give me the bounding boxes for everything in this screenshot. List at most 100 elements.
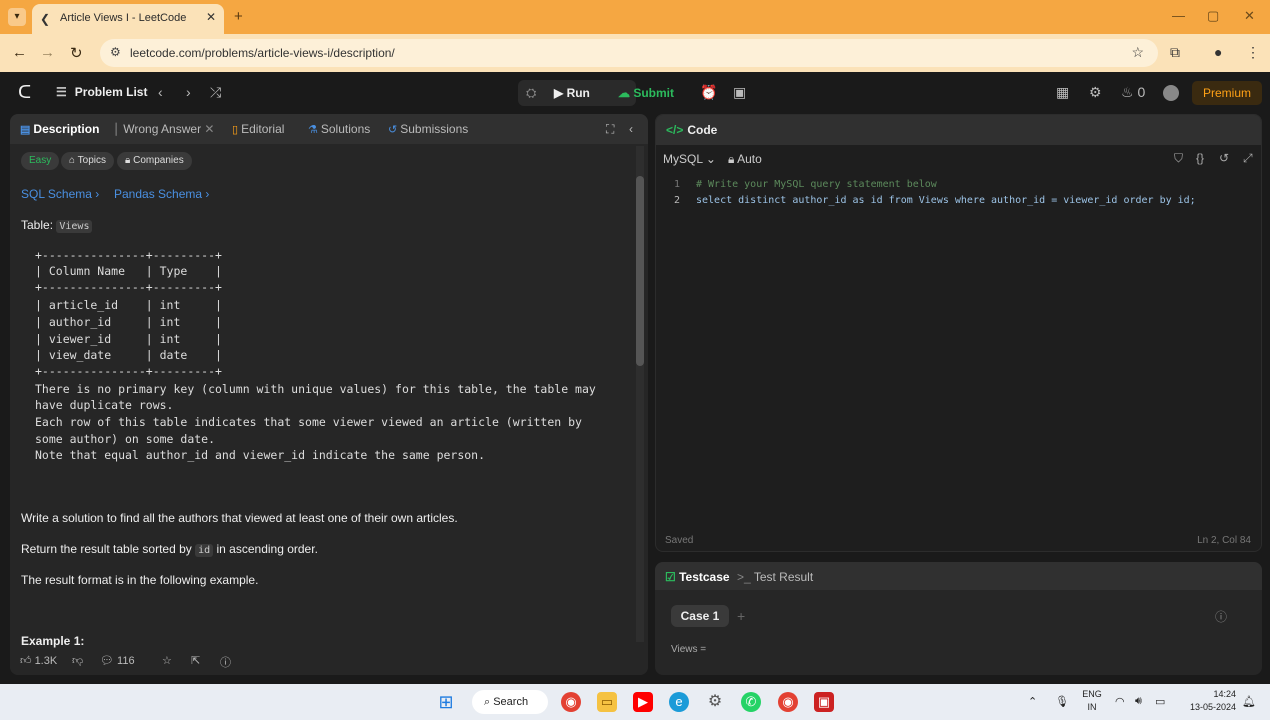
tab-editorial[interactable]: ▯ Editorial (232, 122, 284, 136)
whatsapp-icon[interactable]: ✆ (741, 692, 761, 712)
language-indicator[interactable]: ENG IN (1082, 688, 1102, 714)
line-number: 2 (674, 195, 681, 206)
case-1-tab[interactable]: Case 1 (671, 605, 729, 627)
prev-problem-icon[interactable]: ‹ (158, 84, 163, 100)
fullscreen-icon[interactable]: ⤢ (1243, 151, 1253, 166)
next-problem-icon[interactable]: › (186, 84, 191, 100)
premium-button[interactable]: Premium (1192, 81, 1262, 105)
format-code-icon[interactable]: {} (1196, 151, 1204, 165)
browser-menu-icon[interactable]: ⋮ (1246, 44, 1260, 61)
code-line: # Write your MySQL query statement below (696, 179, 937, 190)
tab-test-result[interactable]: >_ Test Result (737, 570, 813, 584)
tab-wrong-answer[interactable]: ⎪ Wrong Answer ✕ (112, 122, 214, 136)
terminal-icon: >_ (737, 570, 754, 584)
description-scrollbar[interactable] (636, 146, 644, 642)
testcase-panel: ☑ Testcase >_ Test Result Case 1 + ⓘ Vie… (655, 562, 1262, 675)
clock-time: 14:24 (1213, 689, 1236, 699)
companies-button[interactable]: 🔒︎ Companies (117, 152, 192, 170)
table-label: Table: (21, 218, 54, 232)
tab-submissions[interactable]: ↺ Submissions (388, 122, 468, 136)
collapse-icon[interactable]: ‹ (629, 122, 633, 136)
screen-recorder-icon[interactable]: ▣ (814, 692, 834, 712)
extensions-icon[interactable]: ⧉ (1170, 44, 1180, 61)
expand-icon[interactable]: ⛶ (606, 122, 614, 137)
windows-start-icon[interactable]: ⊞ (436, 692, 456, 712)
back-icon[interactable]: ← (12, 44, 27, 61)
show-hidden-icons[interactable]: ⌃ (1028, 695, 1037, 708)
language-select[interactable]: MySQL ⌄ (663, 152, 716, 166)
chrome-profile-icon[interactable]: ◉ (778, 692, 798, 712)
browser-tab[interactable]: ❮ Article Views I - LeetCode ✕ (32, 4, 224, 34)
streak-counter[interactable]: ♨ 0 (1121, 84, 1145, 101)
shuffle-icon[interactable]: ⤮ (210, 84, 221, 101)
schema-line: have duplicate rows. (35, 398, 174, 412)
maximize-icon[interactable]: ▢ (1207, 8, 1219, 24)
reset-code-icon[interactable]: ↺ (1219, 151, 1229, 165)
microphone-icon[interactable]: 🎙︎ (1055, 695, 1069, 708)
help-icon[interactable]: ⓘ (1215, 608, 1227, 625)
sql-schema-link[interactable]: SQL Schema › (21, 187, 99, 201)
address-bar[interactable]: ⚙ leetcode.com/problems/article-views-i/… (100, 39, 1158, 67)
debug-icon[interactable]: ⛭ (526, 85, 536, 101)
notification-bell-icon[interactable]: 🔔︎ (1242, 695, 1256, 708)
bookmark-star-icon[interactable]: ☆ (1131, 44, 1144, 61)
reload-icon[interactable]: ↻ (70, 44, 83, 62)
layout-icon[interactable]: ▦ (1056, 84, 1069, 101)
schema-line: +---------------+---------+ (35, 364, 222, 378)
run-button[interactable]: ▶ Run (554, 86, 590, 100)
youtube-icon[interactable]: ▶ (633, 692, 653, 712)
cursor-position: Ln 2, Col 84 (1197, 535, 1251, 546)
minimize-icon[interactable]: — (1172, 8, 1185, 23)
forward-icon[interactable]: → (40, 44, 55, 61)
wifi-icon[interactable]: ◠ (1115, 695, 1125, 708)
search-icon: ⌕ (484, 696, 494, 708)
favorite-star-icon[interactable]: ☆ (162, 654, 172, 667)
bookmark-icon[interactable]: ⛉ (1174, 151, 1183, 166)
profile-icon[interactable]: ● (1214, 44, 1222, 60)
window-close-icon[interactable]: ✕ (1244, 8, 1255, 24)
tab-description[interactable]: ▤ Description (20, 122, 99, 136)
table-heading: Table: Views (21, 218, 93, 233)
chrome-icon[interactable]: ◉ (561, 692, 581, 712)
tab-close-icon[interactable]: ✕ (204, 122, 214, 136)
tab-solutions[interactable]: ⚗ Solutions (308, 122, 370, 136)
leetcode-logo-icon[interactable]: ᑕ (18, 82, 31, 103)
pandas-schema-link[interactable]: Pandas Schema › (114, 187, 209, 201)
browser-toolbar: ← → ↻ ⚙ leetcode.com/problems/article-vi… (0, 34, 1270, 72)
timer-icon[interactable]: ⏰ (700, 84, 717, 101)
topics-button[interactable]: ⌂ Topics (61, 152, 114, 170)
file-explorer-icon[interactable]: ▭ (597, 692, 617, 712)
volume-icon[interactable]: 🔊︎ (1135, 695, 1142, 708)
notes-icon[interactable]: ▣ (733, 84, 746, 101)
like-button[interactable]: 👍︎ 1.3K (20, 654, 57, 667)
comments-button[interactable]: 💬︎ 116 (100, 654, 135, 667)
tab-title: Article Views I - LeetCode (60, 12, 187, 24)
problem-list-button[interactable]: ☰ Problem List (56, 85, 147, 99)
dislike-icon[interactable]: 👎︎ (72, 654, 83, 667)
tab-testcase[interactable]: ☑ Testcase (665, 570, 730, 584)
site-info-icon[interactable]: ⚙ (110, 45, 121, 59)
schema-line: There is no primary key (column with uni… (35, 382, 596, 396)
add-case-icon[interactable]: + (737, 608, 745, 624)
avatar[interactable] (1163, 85, 1179, 101)
settings-gear-icon[interactable]: ⚙ (705, 692, 725, 712)
new-tab-icon[interactable]: + (234, 8, 243, 25)
share-icon[interactable]: ⇱ (191, 654, 200, 667)
system-clock[interactable]: 14:24 13-05-2024 (1180, 688, 1236, 714)
edge-icon[interactable]: e (669, 692, 689, 712)
leetcode-header: ᑕ ☰ Problem List ‹ › ⤮ ⛭ ▶ Run ☁ Submit ⏰… (0, 72, 1270, 114)
tab-close-icon[interactable]: ✕ (206, 10, 216, 24)
description-icon: ▤ (20, 124, 31, 136)
tab-search-icon[interactable]: ▾ (8, 8, 26, 26)
lock-icon: 🔒︎ (125, 155, 134, 166)
battery-icon[interactable]: ▭ (1155, 695, 1165, 708)
settings-icon[interactable]: ⚙ (1089, 84, 1102, 101)
submit-button[interactable]: ☁ Submit (618, 86, 674, 100)
schema-line: | viewer_id | int | (35, 332, 222, 346)
help-icon[interactable]: ⓘ (220, 654, 231, 670)
autocomplete-toggle[interactable]: 🔒︎ Auto (728, 152, 762, 167)
submissions-icon: ↺ (388, 124, 398, 136)
scrollbar-thumb[interactable] (636, 176, 644, 366)
taskbar-search[interactable]: ⌕ Search (472, 690, 548, 714)
list-icon: ☰ (56, 85, 67, 99)
